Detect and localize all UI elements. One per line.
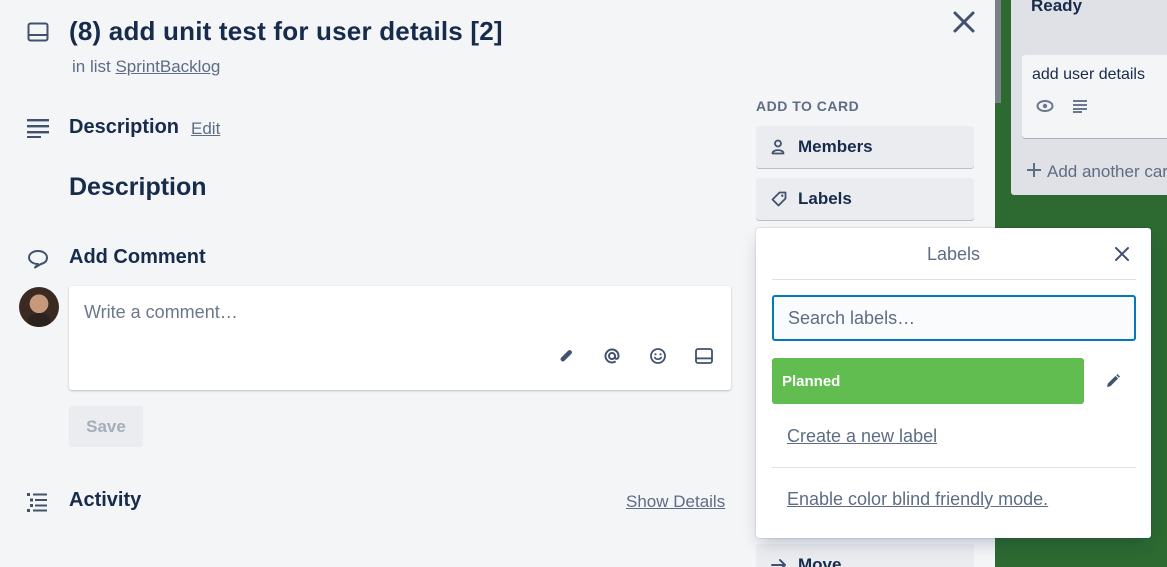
plus-icon [1027, 162, 1041, 182]
move-label: Move [798, 555, 842, 567]
board-card-title: add user details [1032, 66, 1145, 83]
comment-placeholder: Write a comment… [84, 302, 238, 322]
save-button[interactable]: Save [69, 406, 143, 447]
modal-scrollbar[interactable] [995, 0, 1001, 103]
in-list-prefix: in list [72, 57, 111, 76]
activity-heading: Activity [69, 489, 142, 511]
comment-icon [27, 249, 49, 274]
attachment-icon[interactable] [557, 347, 575, 370]
move-button[interactable]: Move [756, 544, 974, 567]
labels-label: Labels [798, 189, 852, 208]
board-list: Ready add user details Add another card [1011, 0, 1167, 195]
tag-icon [771, 191, 787, 207]
comment-input[interactable]: Write a comment… [69, 286, 731, 390]
label-name: Planned [782, 372, 841, 390]
popover-title: Labels [926, 244, 981, 264]
show-details-link[interactable]: Show Details [626, 492, 725, 512]
comment-toolbar [557, 347, 713, 370]
description-icon [27, 118, 49, 143]
comment-heading: Add Comment [69, 246, 206, 268]
search-labels-input[interactable] [772, 295, 1136, 341]
in-list-text: in list SprintBacklog [72, 57, 220, 77]
pencil-icon[interactable] [1103, 371, 1123, 391]
labels-button[interactable]: Labels [756, 178, 974, 220]
members-label: Members [798, 137, 873, 156]
close-icon[interactable] [1113, 245, 1131, 263]
divider [772, 467, 1136, 468]
card-attach-icon[interactable] [695, 348, 713, 369]
person-icon [771, 139, 787, 155]
create-label-link[interactable]: Create a new label [787, 426, 937, 447]
board-list-title: Ready [1031, 0, 1083, 15]
avatar[interactable] [19, 287, 59, 327]
close-icon[interactable] [950, 8, 978, 36]
board-card-badges [1036, 99, 1088, 118]
description-body[interactable]: Description [69, 173, 207, 202]
description-edit-link[interactable]: Edit [191, 119, 220, 139]
card-icon [27, 22, 49, 47]
mention-icon[interactable] [603, 347, 621, 370]
watch-icon [1036, 99, 1054, 118]
emoji-icon[interactable] [649, 347, 667, 370]
arrow-right-icon [771, 558, 787, 567]
board-card[interactable]: add user details [1022, 55, 1167, 138]
members-button[interactable]: Members [756, 126, 974, 168]
card-title[interactable]: (8) add unit test for user details [2] [69, 16, 503, 47]
description-badge-icon [1072, 99, 1088, 118]
description-heading: Description [69, 116, 180, 138]
add-card-button[interactable]: Add another card [1027, 162, 1167, 182]
add-to-card-heading: ADD TO CARD [756, 98, 860, 114]
activity-icon [27, 492, 49, 517]
labels-popover: Labels Planned Create a new label Enable… [756, 228, 1151, 538]
add-card-label: Add another card [1047, 162, 1167, 181]
list-link[interactable]: SprintBacklog [115, 57, 220, 76]
label-planned[interactable]: Planned [772, 358, 1084, 404]
divider [772, 279, 1136, 280]
colorblind-mode-link[interactable]: Enable color blind friendly mode. [787, 489, 1048, 510]
